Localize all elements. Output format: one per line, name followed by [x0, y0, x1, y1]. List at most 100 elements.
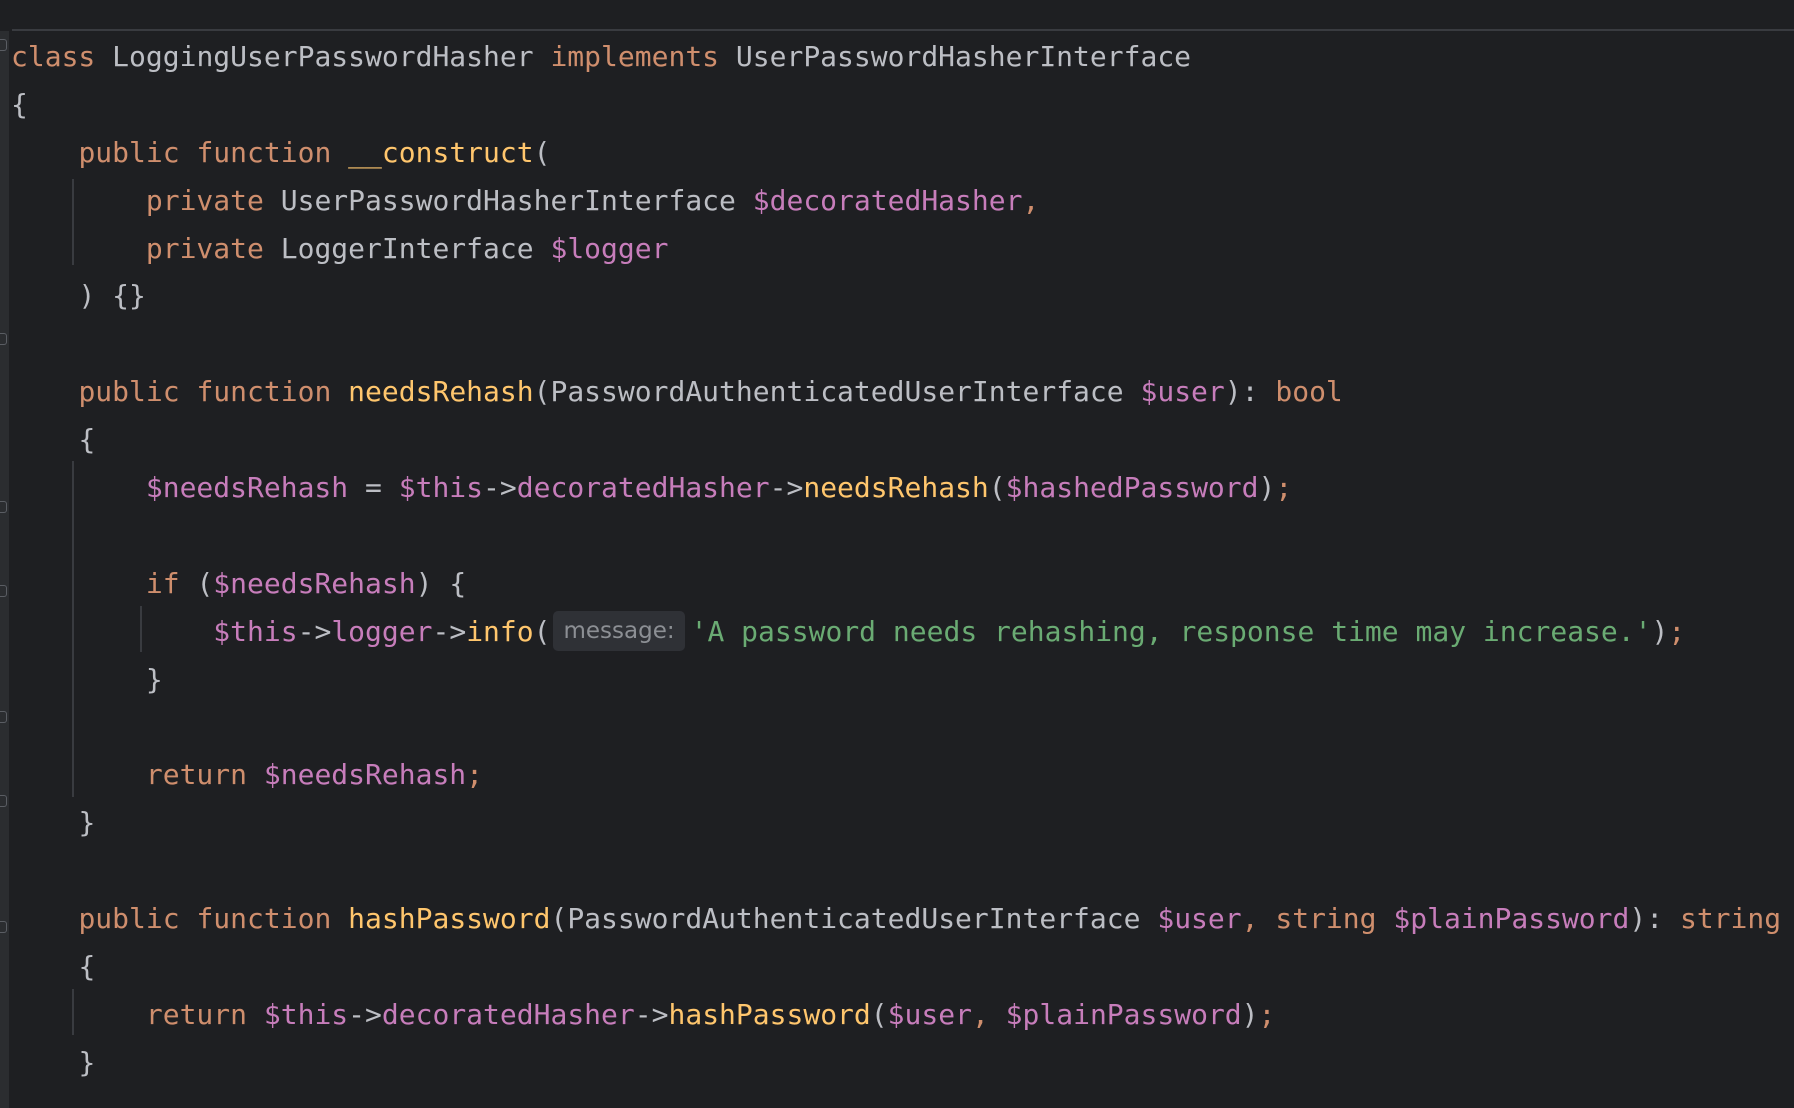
method-call: info [466, 614, 534, 648]
brace: } [78, 1045, 96, 1079]
editor-top-divider [12, 29, 1794, 31]
semicolon: ; [1275, 471, 1293, 505]
code-editor[interactable]: class LoggingUserPasswordHasher implemen… [0, 0, 1794, 1108]
paren: ( [533, 614, 551, 648]
arrow: -> [483, 471, 517, 505]
code-line-method-open[interactable]: { [11, 943, 1794, 991]
keyword: return [145, 997, 248, 1031]
keyword: if [145, 566, 180, 600]
brace: { [78, 423, 96, 457]
code-line-if-close[interactable]: } [11, 656, 1794, 704]
editor-gutter [0, 31, 9, 1108]
keyword: return [145, 758, 248, 792]
brace: } [145, 662, 163, 696]
type-name: LoggerInterface [280, 231, 534, 265]
keyword: class [11, 40, 96, 73]
keyword: function [196, 135, 332, 169]
brace: { [449, 566, 467, 600]
type-name: UserPasswordHasherInterface [280, 183, 736, 217]
operator: = [365, 471, 382, 505]
variable: $this [213, 614, 298, 648]
arrow: -> [348, 997, 382, 1031]
code-line-hash-password-signature[interactable]: public function hashPassword(PasswordAut… [11, 895, 1794, 943]
comma: , [971, 997, 989, 1031]
fold-class-icon[interactable] [0, 39, 7, 51]
code-line-blank[interactable] [11, 847, 1794, 895]
code-line-blank[interactable] [11, 320, 1794, 368]
variable: $this [263, 997, 349, 1031]
property: decoratedHasher [516, 471, 770, 505]
code-line-method-open[interactable]: { [11, 416, 1794, 464]
code-line-class[interactable]: class LoggingUserPasswordHasher implemen… [11, 33, 1794, 81]
code-line-return-hash-password[interactable]: return $this->decoratedHasher->hashPassw… [11, 991, 1794, 1039]
semicolon: ; [1258, 997, 1276, 1031]
variable: $user [1157, 902, 1242, 936]
brace: } [78, 806, 96, 840]
code-line-method-close[interactable]: } [11, 799, 1794, 847]
code-line-return-needs-rehash[interactable]: return $needsRehash; [11, 751, 1794, 799]
paren: ): [1224, 375, 1276, 409]
paren: ) [1241, 997, 1259, 1031]
arrow: -> [432, 614, 467, 648]
property: logger [331, 614, 433, 648]
comma: , [1241, 902, 1259, 936]
keyword: public [78, 902, 180, 936]
code-line-method-close[interactable]: } [11, 1039, 1794, 1087]
interface-name: UserPasswordHasherInterface [735, 40, 1192, 73]
arrow: -> [297, 614, 332, 648]
variable: $needsRehash [263, 758, 467, 792]
paren: ( [988, 471, 1006, 505]
fold-hash-password-end-icon[interactable] [0, 921, 7, 933]
type-name: PasswordAuthenticatedUserInterface [550, 375, 1124, 409]
method-name: __construct [348, 135, 534, 169]
fold-if-end-icon[interactable] [0, 585, 7, 597]
code-line-log-info[interactable]: $this->logger->info(message: 'A password … [11, 608, 1794, 656]
semicolon: ; [1668, 614, 1686, 648]
method-name: hashPassword [348, 902, 551, 936]
arrow: -> [634, 997, 669, 1031]
paren: ( [533, 135, 551, 169]
code-line-constructor[interactable]: public function __construct( [11, 129, 1794, 177]
code-line-ctor-param-1[interactable]: private UserPasswordHasherInterface $dec… [11, 177, 1794, 225]
code-line-blank[interactable] [11, 703, 1794, 751]
semicolon: ; [466, 758, 484, 792]
paren: ( [533, 375, 551, 409]
variable: $this [398, 471, 484, 505]
type-keyword: string [1275, 902, 1377, 936]
fold-needs-rehash-end-icon[interactable] [0, 711, 7, 723]
keyword: public [78, 375, 180, 409]
variable: $user [887, 997, 972, 1031]
method-call: needsRehash [803, 471, 989, 505]
paren: ( [550, 902, 568, 936]
paren: ( [196, 566, 214, 600]
keyword: public [78, 135, 180, 169]
keyword: function [196, 902, 332, 936]
code-line-class-open[interactable]: { [11, 81, 1794, 129]
code-line-if[interactable]: if ($needsRehash) { [11, 560, 1794, 608]
code-line-assign-needs-rehash[interactable]: $needsRehash = $this->decoratedHasher->n… [11, 464, 1794, 512]
variable: $hashedPassword [1005, 471, 1259, 505]
brace: { [11, 87, 28, 121]
class-name: LoggingUserPasswordHasher [112, 40, 534, 73]
paren: ( [870, 997, 888, 1031]
code-line-ctor-param-2[interactable]: private LoggerInterface $logger [11, 225, 1794, 273]
variable: $logger [550, 231, 669, 265]
comma: , [1022, 183, 1040, 217]
variable: $user [1140, 375, 1225, 409]
fold-needs-rehash-icon[interactable] [0, 333, 7, 345]
keyword: private [145, 183, 264, 217]
code-line-needs-rehash-signature[interactable]: public function needsRehash(PasswordAuth… [11, 368, 1794, 416]
paren: ): [1629, 902, 1680, 936]
arrow: -> [769, 471, 804, 505]
variable: $plainPassword [1005, 997, 1242, 1031]
parameter-hint: message: [553, 610, 685, 651]
string-literal: 'A password needs rehashing, response ti… [690, 614, 1652, 648]
variable: $needsRehash [145, 471, 349, 505]
code-line-ctor-close[interactable]: ) {} [11, 272, 1794, 320]
code-line-blank[interactable] [11, 512, 1794, 560]
fold-hash-password-icon[interactable] [0, 795, 7, 807]
fold-if-icon[interactable] [0, 501, 7, 513]
code-lines[interactable]: class LoggingUserPasswordHasher implemen… [11, 33, 1794, 1087]
paren: ) [415, 566, 450, 600]
variable: $decoratedHasher [752, 183, 1023, 217]
